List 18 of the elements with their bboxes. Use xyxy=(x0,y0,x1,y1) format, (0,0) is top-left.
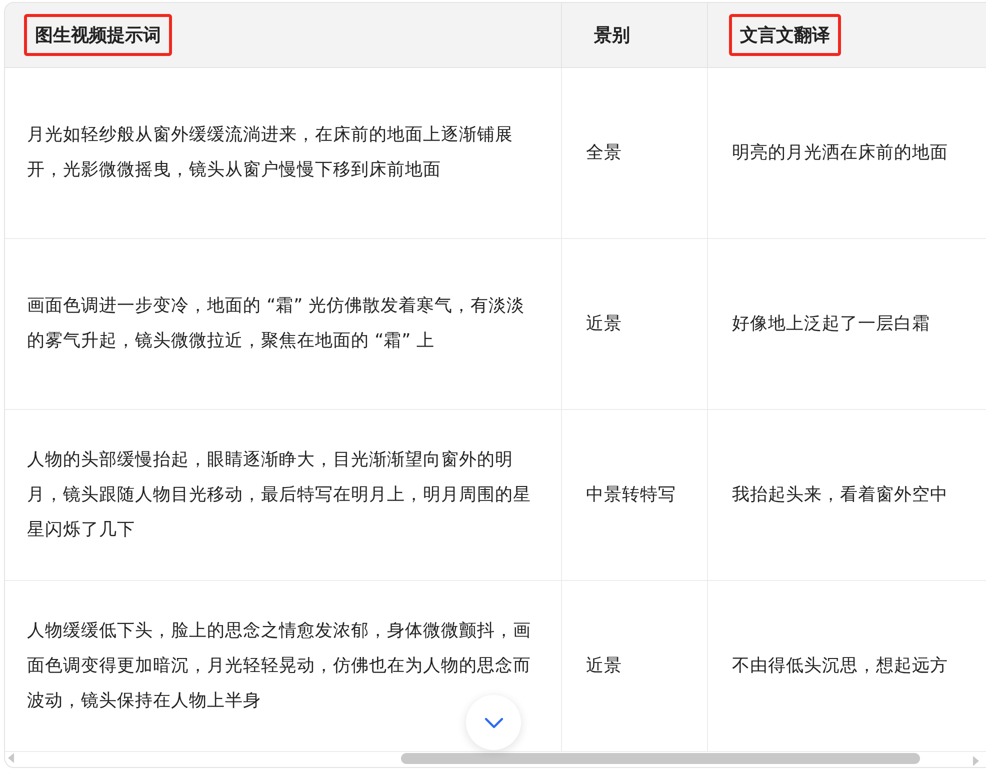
chevron-down-icon xyxy=(484,716,504,728)
table-cell-text: 全景 xyxy=(586,142,622,164)
table-cell-text: 月光如轻纱般从窗外缓缓流淌进来，在床前的地面上逐渐铺展开，光影微微摇曳，镜头从窗户慢慢下移到床前地面 xyxy=(27,124,514,182)
table-cell-text: 人物缓缓低下头，脸上的思念之情愈发浓郁，身体微微颤抖，画面色调变得更加暗沉，月光轻轻晃动，仿佛也在为人物的思念而波动，镜头保持在人物上半身 xyxy=(27,620,531,712)
table-cell-text: 近景 xyxy=(586,312,622,336)
table-cell-text: 中景转特写 xyxy=(586,484,676,506)
table-cell-text: 我抬起头来，看着窗外空中 xyxy=(732,484,948,506)
scroll-right-icon[interactable] xyxy=(972,755,980,767)
table-cell-text: 不由得低头沉思，想起远方 xyxy=(732,654,948,678)
table-cell-text: 好像地上泛起了一层白霜 xyxy=(732,312,930,336)
column-header: 文言文翻译 xyxy=(729,14,841,56)
table-cell-text: 明亮的月光洒在床前的地面 xyxy=(732,142,948,164)
column-header: 图生视频提示词 xyxy=(24,14,172,56)
table-cell-text: 近景 xyxy=(586,654,622,678)
column-header: 景别 xyxy=(593,24,631,48)
table-cell-text: 画面色调进一步变冷，地面的 “霜” 光仿佛散发着寒气，有淡淡的雾气升起，镜头微微拉近，聚焦在地面的 “霜” 上 xyxy=(27,295,526,353)
table-cell-text: 人物的头部缓慢抬起，眼睛逐渐睁大，目光渐渐望向窗外的明月，镜头跟随人物目光移动，最后特写在明月上，明月周围的星星闪烁了几下 xyxy=(27,448,531,542)
scroll-left-icon[interactable] xyxy=(7,752,15,764)
